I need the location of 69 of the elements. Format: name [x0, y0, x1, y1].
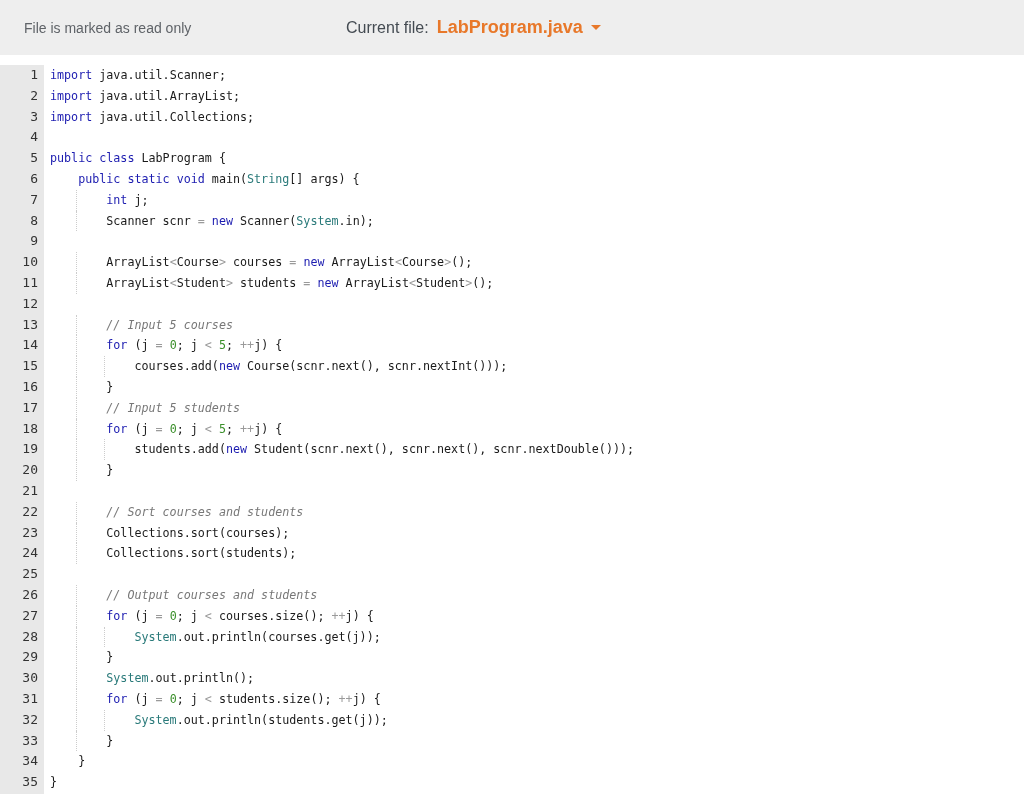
line-number: 25 — [21, 565, 38, 584]
line-number: 22 — [21, 502, 38, 521]
code-comment: // Sort courses and students — [105, 503, 304, 521]
line-number: 8 — [29, 211, 38, 230]
line-number: 14 — [21, 336, 38, 355]
line-number: 6 — [29, 170, 38, 188]
code-line: public static void main(String[] args) { — [77, 171, 360, 188]
line-number: 24 — [21, 544, 38, 563]
line-number: 3 — [29, 107, 38, 126]
line-number: 26 — [21, 585, 38, 604]
line-number: 23 — [21, 523, 38, 542]
code-line: System.out.println(courses.get(j)); — [133, 628, 381, 646]
code-comment: // Input 5 courses — [105, 316, 233, 334]
line-number: 27 — [21, 606, 38, 625]
code-line: import java.util.Scanner; — [50, 67, 226, 84]
line-number: 15 — [21, 357, 38, 376]
code-line: import java.util.Collections; — [50, 108, 255, 126]
caret-icon — [590, 25, 601, 30]
code-line: } — [105, 732, 114, 750]
line-number: 30 — [21, 669, 38, 688]
line-number: 29 — [21, 648, 38, 667]
line-number: 10 — [21, 253, 38, 272]
line-number: 11 — [21, 273, 38, 292]
code-comment: // Output courses and students — [105, 586, 318, 604]
line-number: 33 — [21, 731, 38, 750]
code-line: } — [50, 774, 58, 792]
code-line: System.out.println(students.get(j)); — [133, 711, 388, 729]
code-line: for (j = 0; j < 5; ++j) { — [105, 337, 283, 355]
code-line: students.add(new Student(scnr.next(), scnr.next(), scnr.nextDouble())); — [133, 441, 635, 459]
code-line: for (j = 0; j < courses.size(); ++j) { — [105, 607, 374, 625]
file-name-dropdown[interactable]: LabProgram.java — [436, 17, 601, 38]
line-number: 4 — [29, 128, 38, 147]
line-number: 9 — [29, 232, 38, 251]
code-line: ArrayList<Course> courses = new ArrayList<Course>(); — [105, 254, 473, 272]
line-number: 20 — [21, 461, 38, 480]
code-line: Scanner scnr = new Scanner(System.in); — [105, 212, 374, 230]
code-line: int j; — [105, 191, 149, 209]
line-number: 2 — [29, 86, 38, 105]
code-line: } — [77, 753, 86, 771]
code-line: } — [105, 378, 114, 396]
line-number: 7 — [29, 190, 38, 209]
line-number: 5 — [29, 149, 38, 168]
code-line: courses.add(new Course(scnr.next(), scnr.nextInt())); — [133, 358, 508, 376]
code-line: import java.util.ArrayList; — [50, 87, 240, 105]
line-number: 31 — [21, 689, 38, 708]
code-line: Collections.sort(courses); — [105, 524, 290, 542]
line-number: 34 — [21, 752, 38, 771]
line-number: 1 — [29, 66, 38, 84]
line-number: 21 — [21, 481, 38, 500]
line-number: 12 — [21, 294, 38, 313]
line-number: 19 — [21, 440, 38, 459]
code-line: for (j = 0; j < students.size(); ++j) { — [105, 690, 381, 708]
line-number: 13 — [21, 315, 38, 334]
read-only-notice: File is marked as read only — [24, 19, 193, 36]
current-file-label: Current file: — [346, 18, 429, 37]
line-number: 18 — [21, 419, 38, 438]
code-comment: // Input 5 students — [105, 399, 240, 417]
code-line: public class LabProgram { — [50, 150, 226, 168]
code-line: System.out.println(); — [105, 670, 255, 688]
code-line: } — [105, 649, 114, 667]
code-line: Collections.sort(students); — [105, 545, 297, 563]
line-number: 28 — [21, 627, 38, 646]
code-line: for (j = 0; j < 5; ++j) { — [105, 420, 283, 438]
line-number: 17 — [21, 398, 38, 417]
code-line: ArrayList<Student> students = new ArrayList<Student>(); — [105, 274, 494, 292]
line-number: 35 — [21, 773, 38, 792]
line-number: 32 — [21, 710, 38, 729]
code-line: } — [105, 462, 114, 480]
line-number: 16 — [21, 377, 38, 396]
